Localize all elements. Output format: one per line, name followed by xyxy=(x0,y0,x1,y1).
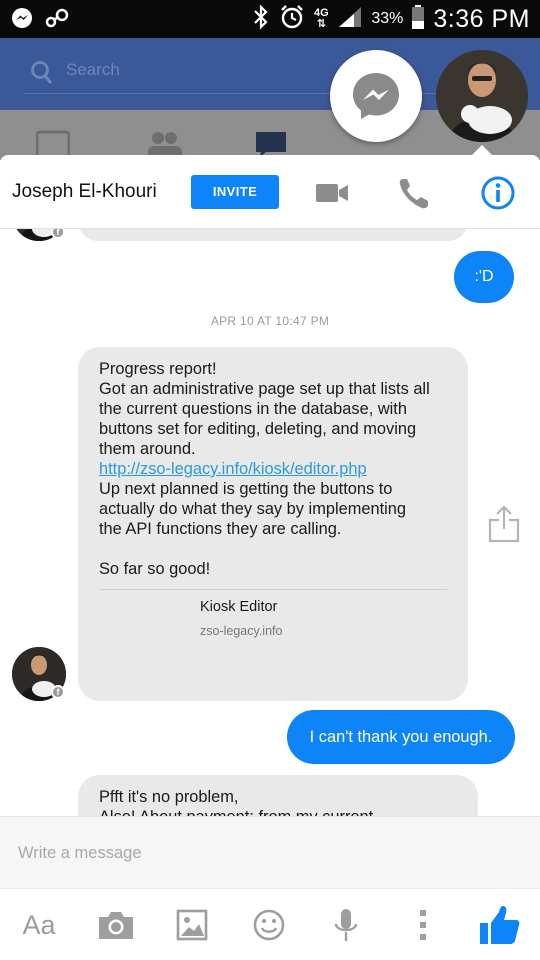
link-preview-card[interactable]: Kiosk Editor zso-legacy.info xyxy=(99,589,447,638)
conversation-thread[interactable]: f :'D APR 10 AT 10:47 PM Progress report… xyxy=(0,229,540,816)
friends-icon xyxy=(144,128,182,160)
network-type-icon: 4G ⇅ xyxy=(314,7,329,30)
messenger-chat-head[interactable] xyxy=(330,50,422,142)
video-call-icon[interactable] xyxy=(312,173,352,213)
messages-tab-icon xyxy=(254,128,288,158)
gallery-icon[interactable] xyxy=(170,903,214,947)
bluetooth-icon xyxy=(251,3,271,35)
text-format-icon[interactable]: Aa xyxy=(17,903,61,947)
messenger-icon xyxy=(349,69,403,128)
received-message-partial xyxy=(78,229,468,241)
microphone-icon[interactable] xyxy=(324,903,368,947)
steam-notification-icon xyxy=(44,7,70,34)
aa-label: Aa xyxy=(22,909,56,940)
message-text: Progress report! Got an administrative p… xyxy=(99,359,448,579)
message-composer[interactable]: Write a message xyxy=(0,816,540,888)
facebook-badge-icon: f xyxy=(51,229,65,239)
chat-header: Joseph El-Khouri INVITE xyxy=(0,155,540,229)
invite-button[interactable]: INVITE xyxy=(191,175,279,209)
composer-toolbar: Aa xyxy=(0,888,540,960)
messenger-notification-icon xyxy=(10,6,34,35)
sent-message[interactable]: I can't thank you enough. xyxy=(287,710,515,764)
like-icon[interactable] xyxy=(477,903,521,947)
emoji-icon[interactable] xyxy=(247,903,291,947)
link-preview-domain: zso-legacy.info xyxy=(200,624,283,638)
contact-avatar-chat-head[interactable] xyxy=(436,50,528,142)
signal-icon xyxy=(337,5,363,34)
message-link[interactable]: http://zso-legacy.info/kiosk/editor.php xyxy=(99,459,448,479)
link-preview-title: Kiosk Editor xyxy=(200,599,278,615)
received-message[interactable]: Progress report! Got an administrative p… xyxy=(78,347,468,701)
message-input[interactable]: Write a message xyxy=(18,844,142,863)
message-text: Pfft it's no problem, Also! About paymen… xyxy=(99,788,373,816)
more-icon[interactable] xyxy=(401,903,445,947)
share-icon[interactable] xyxy=(487,504,521,544)
received-message[interactable]: Pfft it's no problem, Also! About paymen… xyxy=(78,775,478,816)
facebook-badge-icon: f xyxy=(51,685,65,699)
search-icon xyxy=(30,60,54,91)
sent-message[interactable]: :'D xyxy=(454,251,514,303)
avatar-photo xyxy=(436,50,528,142)
status-bar: 4G ⇅ 33% 3:36 PM xyxy=(0,0,540,38)
message-timestamp: APR 10 AT 10:47 PM xyxy=(210,314,330,328)
contact-name[interactable]: Joseph El-Khouri xyxy=(12,181,157,203)
battery-icon xyxy=(411,4,425,35)
alarm-icon xyxy=(279,4,305,35)
clock: 3:36 PM xyxy=(433,4,530,33)
screen: 4G ⇅ 33% 3:36 PM Search Joseph El-Khouri… xyxy=(0,0,540,960)
search-placeholder: Search xyxy=(66,60,120,79)
phone-icon[interactable] xyxy=(395,173,435,213)
info-icon[interactable] xyxy=(478,173,518,213)
camera-icon[interactable] xyxy=(94,903,138,947)
battery-percent: 33% xyxy=(371,10,404,27)
news-feed-icon xyxy=(35,128,71,160)
